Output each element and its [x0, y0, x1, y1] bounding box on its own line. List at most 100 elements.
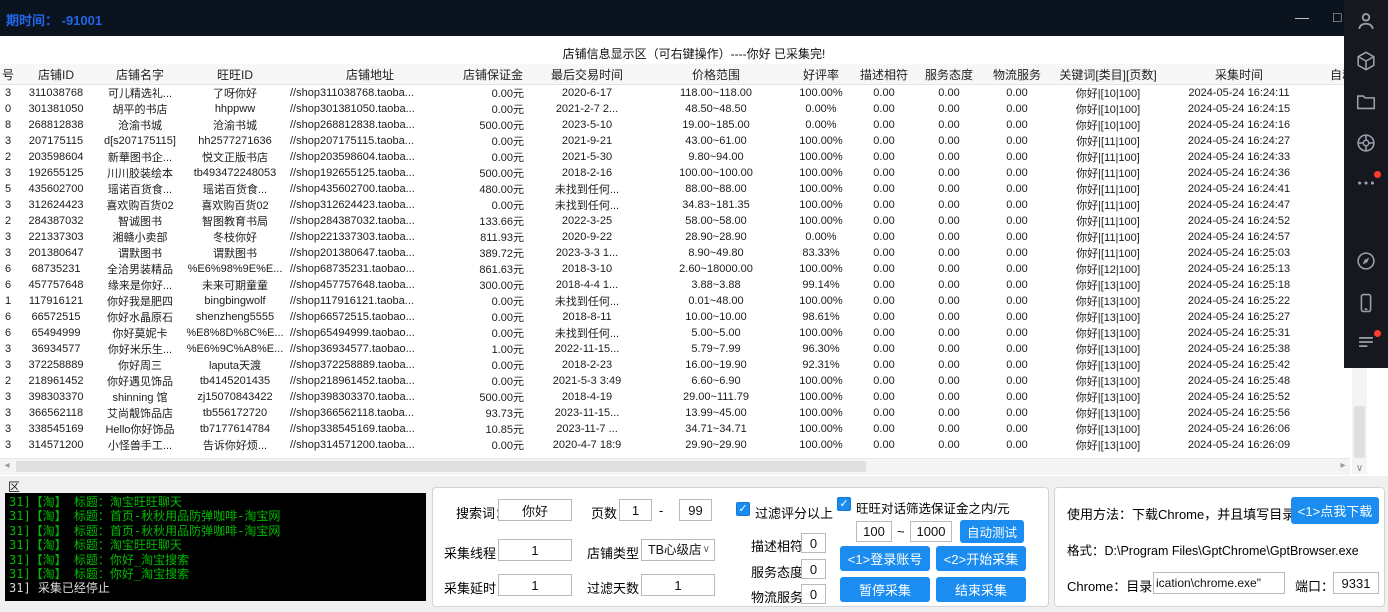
delay-input[interactable] [498, 574, 572, 596]
folder-icon[interactable] [1355, 91, 1377, 113]
column-header[interactable]: 关键词[类目][页数] [1052, 64, 1164, 85]
column-header[interactable]: 采集时间 [1164, 64, 1314, 85]
table-row[interactable]: 336934577你好米乐生...%E6%9C%A8%E...//shop369… [0, 341, 1370, 357]
table-row[interactable]: 5435602700瑶诺百货食...瑶诺百货食...//shop43560270… [0, 181, 1370, 197]
start-collect-button[interactable]: <2>开始采集 [936, 546, 1026, 571]
table-row[interactable]: 2284387032智诚图书智图教育书局//shop284387032.taob… [0, 213, 1370, 229]
table-cell: 2020-9-22 [532, 229, 642, 245]
login-account-button[interactable]: <1>登录账号 [840, 546, 930, 571]
vertical-scroll-thumb[interactable] [1354, 406, 1365, 458]
table-cell: 你好|[13|100] [1052, 277, 1164, 293]
column-header[interactable]: 最后交易时间 [532, 64, 642, 85]
table-row[interactable]: 2203598604新華图书企...悦文正版书店//shop203598604.… [0, 149, 1370, 165]
service-attitude-input[interactable] [801, 559, 826, 579]
table-cell: 0.00元 [454, 149, 532, 165]
table-cell: //shop65494999.taobao... [286, 325, 454, 341]
pause-collect-button[interactable]: 暂停采集 [840, 577, 930, 602]
column-header[interactable]: 价格范围 [642, 64, 790, 85]
table-cell: 全洽男装精品 [96, 261, 184, 277]
table-row[interactable]: 665494999你好莫妮卡%E8%8D%8C%E...//shop654949… [0, 325, 1370, 341]
column-header[interactable]: 号 [0, 64, 16, 85]
table-cell: 沧渝书城 [184, 117, 286, 133]
column-header[interactable]: 店铺名字 [96, 64, 184, 85]
logistics-input[interactable] [801, 584, 826, 604]
table-row[interactable]: 3192655125川川胶装绘本tb493472248053//shop1926… [0, 165, 1370, 181]
chevron-down-icon: ∨ [703, 540, 710, 560]
table-cell: 新華图书企... [96, 149, 184, 165]
table-row[interactable]: 3372258889你好周三laputa天渡//shop372258889.ta… [0, 357, 1370, 373]
filter-score-checkbox[interactable]: ✓ [736, 502, 750, 516]
column-header[interactable]: 物流服务 [982, 64, 1052, 85]
filter-days-input[interactable] [641, 574, 715, 596]
horizontal-scroll-thumb[interactable] [16, 461, 866, 472]
column-header[interactable]: 好评率 [790, 64, 852, 85]
user-icon[interactable] [1355, 10, 1377, 32]
table-cell: 2021-9-21 [532, 133, 642, 149]
thread-input[interactable] [498, 539, 572, 561]
table-cell: 智诚图书 [96, 213, 184, 229]
table-cell: tb7177614784 [184, 421, 286, 437]
pages-from-input[interactable] [619, 499, 652, 521]
cube-icon[interactable] [1355, 50, 1377, 72]
scroll-down-icon[interactable]: ∨ [1352, 463, 1367, 474]
table-cell: //shop311038768.taoba... [286, 85, 454, 102]
table-row[interactable]: 3312624423喜欢购百货02喜欢购百货02//shop312624423.… [0, 197, 1370, 213]
table-cell: 100.00% [790, 133, 852, 149]
chrome-path-input[interactable] [1153, 572, 1285, 594]
pages-to-input[interactable] [679, 499, 712, 521]
stop-collect-button[interactable]: 结束采集 [936, 577, 1026, 602]
table-cell: 你好|[10|100] [1052, 117, 1164, 133]
filter-score-label: 过滤评分以上 [755, 503, 833, 522]
port-input[interactable] [1333, 572, 1379, 594]
scroll-left-icon[interactable]: ◂ [0, 460, 14, 471]
table-row[interactable]: 3221337303湘赣小卖部冬枝你好//shop221337303.taoba… [0, 229, 1370, 245]
table-cell: 6 [0, 325, 16, 341]
column-header[interactable]: 描述相符 [852, 64, 916, 85]
table-row[interactable]: 8268812838沧渝书城沧渝书城//shop268812838.taoba.… [0, 117, 1370, 133]
table-row[interactable]: 3311038768可儿精选礼...了呀你好//shop311038768.ta… [0, 85, 1370, 102]
table-cell: 0.00 [916, 389, 982, 405]
column-header[interactable]: 服务态度 [916, 64, 982, 85]
table-row[interactable]: 668735231全洽男装精品%E6%98%9E%E...//shop68735… [0, 261, 1370, 277]
maximize-button[interactable]: □ [1333, 9, 1341, 25]
horizontal-scrollbar[interactable]: ◂ ▸ [0, 458, 1350, 475]
table-row[interactable]: 3314571200小怪兽手工...告诉你好烦...//shop31457120… [0, 437, 1370, 453]
desc-match-input[interactable] [801, 533, 826, 553]
table-cell: 3 [0, 421, 16, 437]
table-row[interactable]: 3338545169Hello你好饰品tb7177614784//shop338… [0, 421, 1370, 437]
table-cell: 0.00 [982, 437, 1052, 453]
menu-icon[interactable] [1355, 331, 1377, 353]
column-header[interactable]: 旺旺ID [184, 64, 286, 85]
shop-type-select[interactable]: TB心级店 ∨ [641, 539, 715, 561]
table-row[interactable]: 3366562118艾尚靓饰品店tb556172720//shop3665621… [0, 405, 1370, 421]
table-row[interactable]: 1117916121你好我是肥四bingbingwolf//shop117916… [0, 293, 1370, 309]
deposit-min-input[interactable] [856, 521, 892, 542]
scroll-right-icon[interactable]: ▸ [1336, 460, 1350, 471]
table-row[interactable]: 2218961452你好遇见饰品tb4145201435//shop218961… [0, 373, 1370, 389]
table-row[interactable]: 666572515你好水晶原石shenzheng5555//shop665725… [0, 309, 1370, 325]
table-row[interactable]: 3207175115d[s207175115]hh2577271636//sho… [0, 133, 1370, 149]
search-input[interactable] [498, 499, 572, 521]
column-header[interactable]: 店铺保证金 [454, 64, 532, 85]
wheel-icon[interactable] [1355, 132, 1377, 154]
minimize-button[interactable]: — [1295, 9, 1309, 25]
deposit-max-input[interactable] [910, 521, 952, 542]
compass-icon[interactable] [1355, 250, 1377, 272]
phone-icon[interactable] [1355, 292, 1377, 314]
table-cell: 2021-5-3 3:49 [532, 373, 642, 389]
table-row[interactable]: 3398303370shinning 馆zj15070843422//shop3… [0, 389, 1370, 405]
table-cell: 0.00 [916, 341, 982, 357]
table-cell: 366562118 [16, 405, 96, 421]
auto-test-button[interactable]: 自动测试 [960, 520, 1024, 543]
table-cell: 胡平的书店 [96, 101, 184, 117]
table-row[interactable]: 0301381050胡平的书店hhppww//shop301381050.tao… [0, 101, 1370, 117]
table-cell: 88.00~88.00 [642, 181, 790, 197]
column-header[interactable]: 店铺ID [16, 64, 96, 85]
table-row[interactable]: 3201380647谓默图书谓默图书//shop201380647.taoba.… [0, 245, 1370, 261]
table-row[interactable]: 6457757648缘来是你好...未来可期童童//shop457757648.… [0, 277, 1370, 293]
download-chrome-button[interactable]: <1>点我下载 [1291, 497, 1379, 524]
ww-filter-checkbox[interactable]: ✓ [837, 497, 851, 511]
console-line: 31]【淘】 标题：首页-秋秋用品防弹咖啡-淘宝网 [9, 524, 422, 538]
more-icon[interactable] [1355, 172, 1377, 194]
column-header[interactable]: 店铺地址 [286, 64, 454, 85]
